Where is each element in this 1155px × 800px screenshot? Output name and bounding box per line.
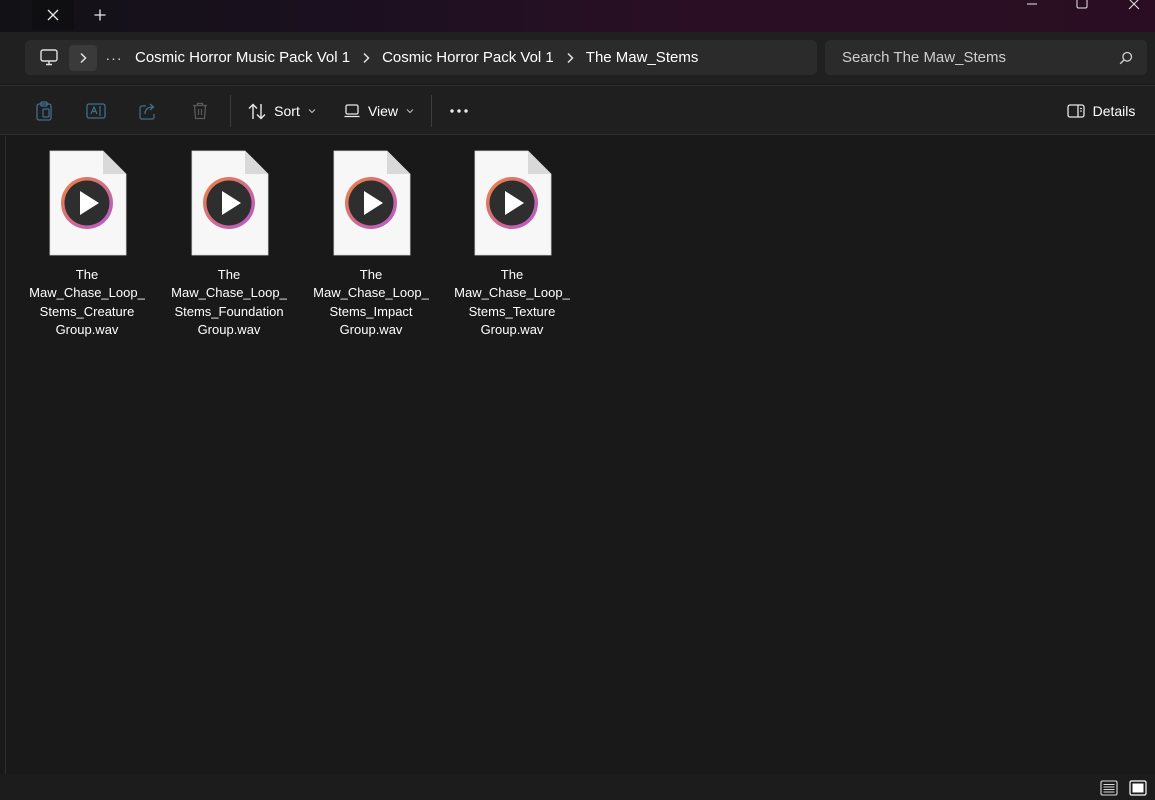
close-icon <box>47 9 59 21</box>
sort-icon <box>248 103 266 119</box>
sort-button[interactable]: Sort <box>246 86 318 136</box>
media-player-audio-file-icon <box>49 150 127 256</box>
file-name: The Maw_Chase_Loop_ Stems_Creature Group… <box>29 267 145 337</box>
breadcrumb-more-button[interactable]: ··· <box>97 45 131 71</box>
search-box[interactable] <box>825 40 1147 75</box>
chevron-right-icon <box>567 52 574 63</box>
close-window-button[interactable] <box>1110 0 1155 14</box>
media-player-audio-file-icon <box>333 150 411 256</box>
details-pane-button[interactable]: Details <box>1062 86 1140 136</box>
breadcrumb-item-current[interactable]: The Maw_Stems <box>582 49 703 66</box>
new-tab-button[interactable] <box>82 0 118 30</box>
status-bar <box>0 774 1155 800</box>
delete-icon <box>193 102 207 120</box>
breadcrumb-expand-button[interactable] <box>69 44 97 71</box>
toolbar-divider <box>230 95 231 127</box>
paste-icon <box>36 101 52 121</box>
chevron-down-icon <box>406 108 414 114</box>
close-tab-button[interactable] <box>32 0 74 30</box>
delete-button[interactable] <box>183 86 217 136</box>
details-label: Details <box>1092 103 1136 119</box>
share-icon <box>139 103 155 120</box>
paste-button[interactable] <box>27 86 61 136</box>
more-options-button[interactable] <box>442 86 476 136</box>
chevron-right-icon <box>80 52 87 63</box>
this-pc-button[interactable] <box>29 45 69 71</box>
file-name: The Maw_Chase_Loop_ Stems_Texture Group.… <box>454 267 570 337</box>
file-list[interactable]: The Maw_Chase_Loop_ Stems_Creature Group… <box>5 136 1155 774</box>
monitor-icon <box>40 49 58 66</box>
more-icon <box>450 109 468 113</box>
file-item[interactable]: The Maw_Chase_Loop_ Stems_Creature Group… <box>27 150 147 339</box>
rename-icon <box>86 103 106 119</box>
media-player-audio-file-icon <box>474 150 552 256</box>
view-icon <box>344 104 360 118</box>
chevron-right-icon <box>363 52 370 63</box>
breadcrumb-separator[interactable] <box>558 52 582 64</box>
command-bar: Sort View Details <box>0 85 1155 135</box>
minimize-icon <box>1027 3 1037 5</box>
file-item[interactable]: The Maw_Chase_Loop_ Stems_Foundation Gro… <box>169 150 289 339</box>
address-band: ··· Cosmic Horror Music Pack Vol 1 Cosmi… <box>0 32 1155 84</box>
file-name: The Maw_Chase_Loop_ Stems_Foundation Gro… <box>171 267 287 337</box>
minimize-button[interactable] <box>1008 0 1056 14</box>
file-item[interactable]: The Maw_Chase_Loop_ Stems_Impact Group.w… <box>311 150 431 339</box>
details-view-toggle[interactable] <box>1098 778 1120 798</box>
details-pane-icon <box>1066 104 1085 118</box>
list-view-icon <box>1100 780 1118 796</box>
view-label: View <box>367 103 399 119</box>
search-button[interactable] <box>1105 51 1147 65</box>
maximize-button[interactable] <box>1058 0 1106 14</box>
breadcrumb-item[interactable]: Cosmic Horror Pack Vol 1 <box>378 49 558 66</box>
toolbar-divider <box>431 95 432 127</box>
file-item[interactable]: The Maw_Chase_Loop_ Stems_Texture Group.… <box>452 150 572 339</box>
maximize-icon <box>1076 0 1088 9</box>
search-input[interactable] <box>842 49 1105 66</box>
media-player-audio-file-icon <box>191 150 269 256</box>
view-button[interactable]: View <box>343 86 415 136</box>
share-button[interactable] <box>131 86 165 136</box>
breadcrumb-separator[interactable] <box>354 52 378 64</box>
large-icons-view-toggle[interactable] <box>1127 778 1149 798</box>
title-bar <box>0 0 1155 32</box>
more-horizontal-icon: ··· <box>105 49 123 66</box>
tiles-view-icon <box>1129 780 1147 796</box>
chevron-down-icon <box>308 108 316 114</box>
file-name: The Maw_Chase_Loop_ Stems_Impact Group.w… <box>313 267 429 337</box>
address-bar[interactable]: ··· Cosmic Horror Music Pack Vol 1 Cosmi… <box>25 40 817 75</box>
search-icon <box>1119 51 1133 64</box>
plus-icon <box>94 9 106 21</box>
sort-label: Sort <box>274 103 300 119</box>
close-window-icon <box>1128 0 1140 10</box>
rename-button[interactable] <box>79 86 113 136</box>
breadcrumb-item[interactable]: Cosmic Horror Music Pack Vol 1 <box>131 49 354 66</box>
